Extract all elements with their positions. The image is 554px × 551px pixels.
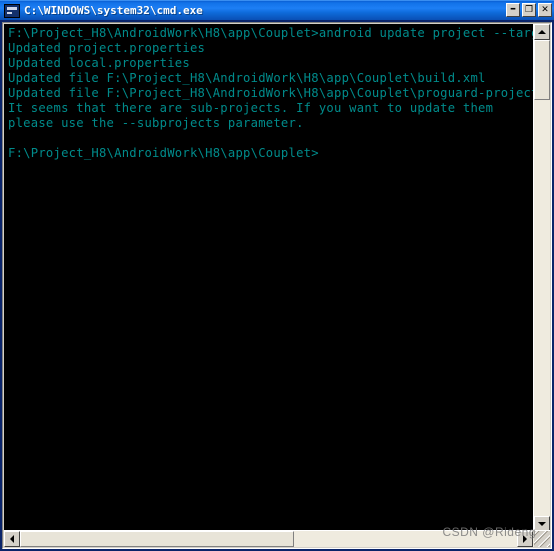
console-output-area[interactable]: F:\Project_H8\AndroidWork\H8\app\Couplet… (4, 24, 533, 532)
scroll-right-arrow-icon (523, 535, 527, 543)
console-line: Updated project.properties (8, 41, 206, 55)
console-line: Updated local.properties (8, 56, 190, 70)
cmd-window: C:\WINDOWS\system32\cmd.exe – ❐ ✕ F:\Pro… (0, 0, 554, 551)
console-line: F:\Project_H8\AndroidWork\H8\app\Couplet… (8, 146, 319, 160)
maximize-icon: ❐ (524, 5, 534, 15)
scroll-left-arrow-icon (10, 535, 14, 543)
scroll-down-arrow-icon (538, 522, 546, 526)
console-line: please use the --subprojects parameter. (8, 116, 304, 130)
console-text: F:\Project_H8\AndroidWork\H8\app\Couplet… (8, 26, 533, 161)
minimize-icon: – (510, 1, 516, 15)
scroll-up-button[interactable] (534, 24, 550, 40)
console-frame: F:\Project_H8\AndroidWork\H8\app\Couplet… (2, 22, 552, 549)
scroll-up-arrow-icon (538, 30, 546, 34)
vertical-scroll-thumb[interactable] (534, 40, 550, 100)
cmd-console-icon (4, 3, 20, 18)
vertical-scroll-track[interactable] (534, 40, 550, 516)
title-bar[interactable]: C:\WINDOWS\system32\cmd.exe – ❐ ✕ (0, 0, 554, 20)
console-line: Updated file F:\Project_H8\AndroidWork\H… (8, 71, 486, 85)
console-line: Updated file F:\Project_H8\AndroidWork\H… (8, 86, 533, 100)
console-line: It seems that there are sub-projects. If… (8, 101, 494, 115)
minimize-button[interactable]: – (506, 1, 520, 17)
close-icon: ✕ (541, 5, 549, 15)
console-line: F:\Project_H8\AndroidWork\H8\app\Couplet… (8, 26, 533, 40)
horizontal-scroll-thumb[interactable] (20, 531, 294, 547)
window-client-area: F:\Project_H8\AndroidWork\H8\app\Couplet… (0, 20, 554, 551)
horizontal-scroll-track[interactable] (20, 531, 517, 547)
maximize-button[interactable]: ❐ (522, 3, 536, 17)
scroll-right-button[interactable] (517, 531, 533, 547)
scroll-left-button[interactable] (4, 531, 20, 547)
window-controls: – ❐ ✕ (506, 1, 552, 17)
close-button[interactable]: ✕ (538, 3, 552, 17)
resize-grip[interactable] (534, 531, 550, 547)
horizontal-scrollbar[interactable] (4, 530, 550, 547)
window-title: C:\WINDOWS\system32\cmd.exe (24, 4, 203, 17)
vertical-scrollbar[interactable] (533, 24, 550, 532)
